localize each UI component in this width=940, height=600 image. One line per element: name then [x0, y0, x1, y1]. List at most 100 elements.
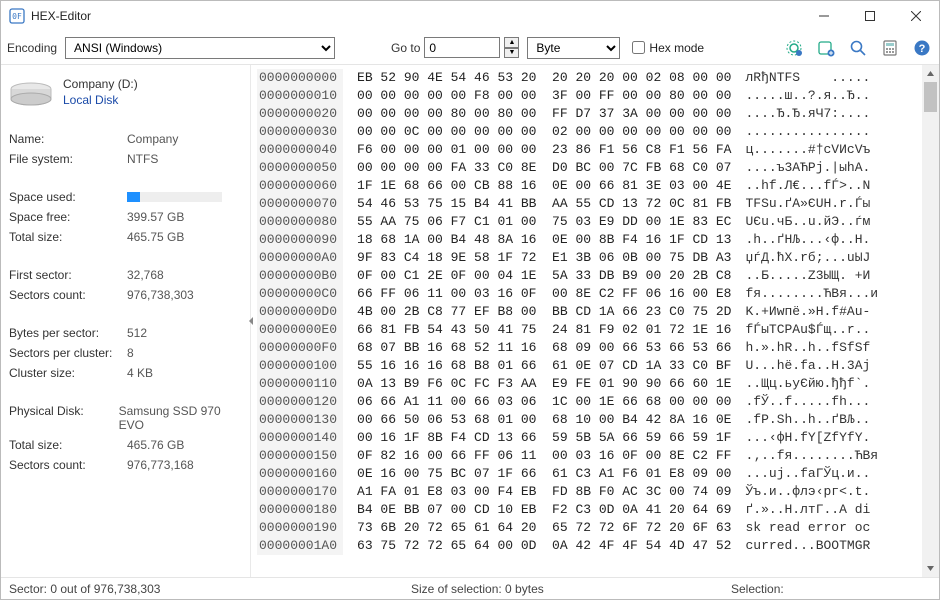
ascii-bytes[interactable]: ................ [745, 124, 870, 139]
hex-row[interactable]: 0000000000EB 52 90 4E 54 46 53 20 20 20 … [257, 69, 914, 87]
hex-bytes[interactable]: 63 75 72 72 65 64 00 0D 0A 42 4F 4F 54 4… [357, 538, 731, 553]
hex-bytes[interactable]: 66 FF 06 11 00 03 16 0F 00 8E C2 FF 06 1… [357, 286, 731, 301]
settings-plus-icon[interactable] [817, 39, 835, 57]
hex-row[interactable]: 00000001100A 13 B9 F6 0C FC F3 AA E9 FE … [257, 375, 914, 393]
ascii-bytes[interactable]: ...uј..faГЎц.и.. [745, 466, 870, 481]
ascii-bytes[interactable]: ґ.»..Н.лтГ..A di [745, 502, 870, 517]
ascii-bytes[interactable]: Ўъ.и..флэ‹рг<.t. [745, 484, 870, 499]
hex-row[interactable]: 00000001600E 16 00 75 BC 07 1F 66 61 C3 … [257, 465, 914, 483]
ascii-bytes[interactable]: fЃыTCPAu$Ѓщ..r.. [745, 322, 870, 337]
ascii-bytes[interactable]: ..Б.....Z3ЫЩ. +И [745, 268, 870, 283]
hex-bytes[interactable]: 9F 83 C4 18 9E 58 1F 72 E1 3B 06 0B 00 7… [357, 250, 731, 265]
vertical-scrollbar[interactable] [922, 65, 939, 577]
ascii-bytes[interactable]: sk read error oc [745, 520, 870, 535]
hex-row[interactable]: 000000014000 16 1F 8B F4 CD 13 66 59 5B … [257, 429, 914, 447]
ascii-bytes[interactable]: .h..ґHЉ...‹ф..Н. [745, 232, 870, 247]
close-button[interactable] [893, 1, 939, 31]
hex-bytes[interactable]: 00 00 00 00 80 00 80 00 FF D7 37 3A 00 0… [357, 106, 731, 121]
ascii-bytes[interactable]: curred...BOOTMGR [745, 538, 870, 553]
hex-bytes[interactable]: 66 81 FB 54 43 50 41 75 24 81 F9 02 01 7… [357, 322, 731, 337]
goto-input[interactable] [424, 37, 500, 58]
search-icon[interactable] [849, 39, 867, 57]
hex-row[interactable]: 000000012006 66 A1 11 00 66 03 06 1C 00 … [257, 393, 914, 411]
ascii-bytes[interactable]: џѓД.ћX.rб;...uЫЈ [745, 250, 870, 265]
hex-bytes[interactable]: 00 16 1F 8B F4 CD 13 66 59 5B 5A 66 59 6… [357, 430, 731, 445]
ascii-bytes[interactable]: ..Щц.ьуЄйю.ђђf`. [745, 376, 870, 391]
ascii-bytes[interactable]: ....Ђ.Ђ.яЧ7:.... [745, 106, 870, 121]
hex-row[interactable]: 0000000180B4 0E BB 07 00 CD 10 EB F2 C3 … [257, 501, 914, 519]
hex-row[interactable]: 00000000F068 07 BB 16 68 52 11 16 68 09 … [257, 339, 914, 357]
hex-row[interactable]: 00000000601F 1E 68 66 00 CB 88 16 0E 00 … [257, 177, 914, 195]
hex-bytes[interactable]: 00 00 0C 00 00 00 00 00 02 00 00 00 00 0… [357, 124, 731, 139]
ascii-bytes[interactable]: ...‹фН.fY[ZfYfY. [745, 430, 870, 445]
hex-bytes[interactable]: 00 00 00 00 FA 33 C0 8E D0 BC 00 7C FB 6… [357, 160, 731, 175]
ascii-bytes[interactable]: UЄu.чБ..u.йЭ..ѓм [745, 214, 870, 229]
encoding-select[interactable]: ANSI (Windows) [65, 37, 335, 59]
hex-row[interactable]: 000000013000 66 50 06 53 68 01 00 68 10 … [257, 411, 914, 429]
hex-bytes[interactable]: B4 0E BB 07 00 CD 10 EB F2 C3 0D 0A 41 2… [357, 502, 731, 517]
goto-stepper[interactable]: ▲ ▼ [504, 37, 519, 58]
hex-bytes[interactable]: A1 FA 01 E8 03 00 F4 EB FD 8B F0 AC 3C 0… [357, 484, 731, 499]
hex-row[interactable]: 00000001A063 75 72 72 65 64 00 0D 0A 42 … [257, 537, 914, 555]
ascii-bytes[interactable]: лRђNTFS ..... [745, 70, 870, 85]
hex-row[interactable]: 0000000040F6 00 00 00 01 00 00 00 23 86 … [257, 141, 914, 159]
hex-row[interactable]: 00000000A09F 83 C4 18 9E 58 1F 72 E1 3B … [257, 249, 914, 267]
hex-row[interactable]: 000000005000 00 00 00 FA 33 C0 8E D0 BC … [257, 159, 914, 177]
hex-view[interactable]: 0000000000EB 52 90 4E 54 46 53 20 20 20 … [251, 65, 922, 577]
hex-row[interactable]: 000000019073 6B 20 72 65 61 64 20 65 72 … [257, 519, 914, 537]
ascii-bytes[interactable]: .....ш..?.я..Ђ.. [745, 88, 870, 103]
hex-bytes[interactable]: 0F 82 16 00 66 FF 06 11 00 03 16 0F 00 8… [357, 448, 731, 463]
hex-bytes[interactable]: 55 AA 75 06 F7 C1 01 00 75 03 E9 DD 00 1… [357, 214, 731, 229]
ascii-bytes[interactable]: ..hf.Л€...fЃ>..N [745, 178, 870, 193]
hex-row[interactable]: 000000001000 00 00 00 00 F8 00 00 3F 00 … [257, 87, 914, 105]
scroll-down-icon[interactable] [922, 560, 939, 577]
ascii-bytes[interactable]: .‚..fя........ЋВя [745, 448, 878, 463]
hex-row[interactable]: 00000000B00F 00 C1 2E 0F 00 04 1E 5A 33 … [257, 267, 914, 285]
ascii-bytes[interactable]: ....ъ3АЋРј.|ыhА. [745, 160, 870, 175]
hex-row[interactable]: 000000002000 00 00 00 80 00 80 00 FF D7 … [257, 105, 914, 123]
stepper-up-icon[interactable]: ▲ [504, 37, 519, 48]
hex-row[interactable]: 00000000C066 FF 06 11 00 03 16 0F 00 8E … [257, 285, 914, 303]
hexmode-checkbox-input[interactable] [632, 41, 645, 54]
calc-icon[interactable] [881, 39, 899, 57]
hex-row[interactable]: 00000001500F 82 16 00 66 FF 06 11 00 03 … [257, 447, 914, 465]
hex-row[interactable]: 000000009018 68 1A 00 B4 48 8A 16 0E 00 … [257, 231, 914, 249]
scrollbar-thumb[interactable] [924, 82, 937, 112]
help-icon[interactable]: ? [913, 39, 931, 57]
ascii-bytes[interactable]: K.+Иwпё.»Н.f#Аu- [745, 304, 870, 319]
ascii-bytes[interactable]: h.».hR..h..fSfSf [745, 340, 870, 355]
splitter-handle[interactable] [248, 301, 254, 341]
settings-gear-icon[interactable] [785, 39, 803, 57]
hex-row[interactable]: 000000010055 16 16 16 68 B8 01 66 61 0E … [257, 357, 914, 375]
hex-row[interactable]: 000000008055 AA 75 06 F7 C1 01 00 75 03 … [257, 213, 914, 231]
hex-bytes[interactable]: 68 07 BB 16 68 52 11 16 68 09 00 66 53 6… [357, 340, 731, 355]
hex-bytes[interactable]: 18 68 1A 00 B4 48 8A 16 0E 00 8B F4 16 1… [357, 232, 731, 247]
ascii-bytes[interactable]: U...hё.fa..Н.3Ај [745, 358, 870, 373]
hex-bytes[interactable]: 54 46 53 75 15 B4 41 BB AA 55 CD 13 72 0… [357, 196, 731, 211]
hexmode-checkbox[interactable]: Hex mode [632, 41, 704, 55]
hex-bytes[interactable]: 00 00 00 00 00 F8 00 00 3F 00 FF 00 00 8… [357, 88, 731, 103]
hex-row[interactable]: 000000003000 00 0C 00 00 00 00 00 02 00 … [257, 123, 914, 141]
hex-row[interactable]: 000000007054 46 53 75 15 B4 41 BB AA 55 … [257, 195, 914, 213]
hex-bytes[interactable]: 1F 1E 68 66 00 CB 88 16 0E 00 66 81 3E 0… [357, 178, 731, 193]
hex-bytes[interactable]: 00 66 50 06 53 68 01 00 68 10 00 B4 42 8… [357, 412, 731, 427]
ascii-bytes[interactable]: TFSu.ґA»ЄUН.r.Ѓы [745, 196, 870, 211]
hex-bytes[interactable]: 4B 00 2B C8 77 EF B8 00 BB CD 1A 66 23 C… [357, 304, 731, 319]
ascii-bytes[interactable]: fя........ЋВя...и [745, 286, 878, 301]
hex-row[interactable]: 0000000170A1 FA 01 E8 03 00 F4 EB FD 8B … [257, 483, 914, 501]
hex-bytes[interactable]: 55 16 16 16 68 B8 01 66 61 0E 07 CD 1A 3… [357, 358, 731, 373]
stepper-down-icon[interactable]: ▼ [504, 48, 519, 59]
hex-row[interactable]: 00000000E066 81 FB 54 43 50 41 75 24 81 … [257, 321, 914, 339]
hex-bytes[interactable]: 73 6B 20 72 65 61 64 20 65 72 72 6F 72 2… [357, 520, 731, 535]
unit-select[interactable]: Byte [527, 37, 620, 59]
scroll-up-icon[interactable] [922, 65, 939, 82]
ascii-bytes[interactable]: .fЎ..f.....fh... [745, 394, 870, 409]
ascii-bytes[interactable]: ц.......#†сVИсVъ [745, 142, 870, 157]
ascii-bytes[interactable]: .fP.Sh..h..ґBЉ.. [745, 412, 870, 427]
hex-bytes[interactable]: 06 66 A1 11 00 66 03 06 1C 00 1E 66 68 0… [357, 394, 731, 409]
minimize-button[interactable] [801, 1, 847, 31]
hex-bytes[interactable]: 0F 00 C1 2E 0F 00 04 1E 5A 33 DB B9 00 2… [357, 268, 731, 283]
hex-bytes[interactable]: 0A 13 B9 F6 0C FC F3 AA E9 FE 01 90 90 6… [357, 376, 731, 391]
hex-bytes[interactable]: 0E 16 00 75 BC 07 1F 66 61 C3 A1 F6 01 E… [357, 466, 731, 481]
hex-bytes[interactable]: F6 00 00 00 01 00 00 00 23 86 F1 56 C8 F… [357, 142, 731, 157]
